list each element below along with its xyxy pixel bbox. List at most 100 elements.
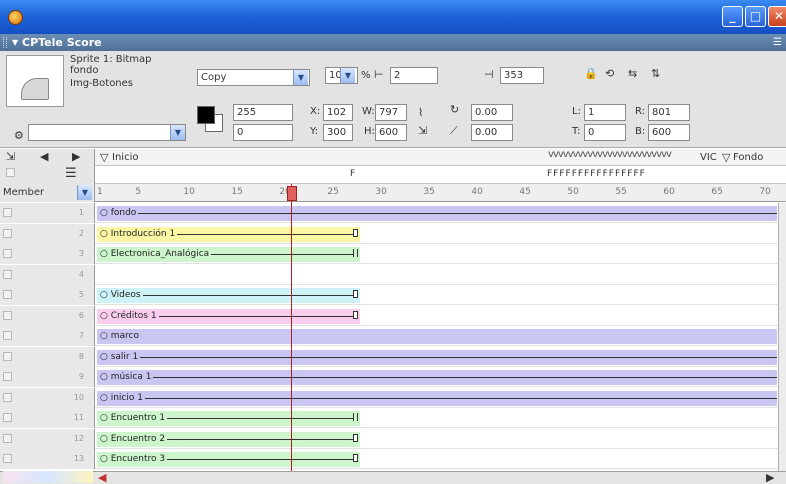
marker-inicio[interactable]: Inicio xyxy=(112,152,138,163)
sprite-channel-row[interactable]: 10 ○ inicio 1 xyxy=(0,387,780,408)
sprite-channel-row[interactable]: 1 ○ fondo xyxy=(0,203,780,223)
sprite-end-frame-icon[interactable] xyxy=(353,433,358,442)
foreground-color-field[interactable]: 255 xyxy=(233,104,293,121)
channel-toggle-box[interactable] xyxy=(3,454,12,463)
channel-number[interactable]: 3 xyxy=(0,244,95,264)
sprite-end-frame-icon[interactable] xyxy=(353,249,358,257)
sprite-span[interactable]: ○ Introducción 1 xyxy=(97,226,360,242)
chevron-down-icon[interactable]: ▼ xyxy=(170,125,185,140)
rotation-field[interactable]: 0.00 xyxy=(471,104,513,121)
sprite-span[interactable]: ○ Encuentro 1 xyxy=(97,411,360,426)
marker-cluster-icon[interactable]: vvvvvvvvvvvvvvvvvvvvvvvvv xyxy=(548,149,672,160)
channel-toggle-box[interactable] xyxy=(3,372,12,381)
r-field[interactable]: 801 xyxy=(648,104,690,121)
sprite-channel-row[interactable]: 4 xyxy=(0,264,780,285)
trails-icon[interactable]: ⌇ xyxy=(418,106,423,119)
previous-marker-icon[interactable]: ◀ xyxy=(40,150,48,163)
maximize-button[interactable]: □ xyxy=(745,6,766,27)
background-color-field[interactable]: 0 xyxy=(233,124,293,141)
b-field[interactable]: 600 xyxy=(648,124,690,141)
sprite-span[interactable]: ○ marco xyxy=(97,329,777,344)
sprite-span[interactable]: ○ música 1 xyxy=(97,370,777,385)
sprite-end-frame-icon[interactable] xyxy=(353,228,358,237)
channel-toggle-box[interactable] xyxy=(6,168,15,177)
vertical-scrollbar[interactable] xyxy=(778,203,786,471)
scroll-left-icon[interactable]: ◀ xyxy=(98,471,106,484)
t-field[interactable]: 0 xyxy=(584,124,626,141)
h-field[interactable]: 600 xyxy=(375,124,407,141)
sprite-channel-row[interactable]: 3 ○ Electronica_Analógica xyxy=(0,244,780,264)
sprite-channel-row[interactable]: 7 ○ marco xyxy=(0,326,780,346)
member-select[interactable]: Member ▼ xyxy=(0,184,95,202)
channel-toggle-box[interactable] xyxy=(3,228,12,238)
sprite-span[interactable]: ○ fondo xyxy=(97,206,777,221)
blend-chevron-down-icon[interactable]: ▼ xyxy=(340,68,355,83)
channel-toggle-box[interactable] xyxy=(3,269,12,279)
l-field[interactable]: 1 xyxy=(584,104,626,121)
sprite-channel-row[interactable]: 11 ○ Encuentro 1 xyxy=(0,408,780,428)
channel-number[interactable]: 13 xyxy=(0,449,95,469)
channel-toggle-box[interactable] xyxy=(3,310,12,320)
effect-frame-series[interactable]: FFFFFFFFFFFFFFFF xyxy=(547,169,646,179)
start-frame-field[interactable]: 2 xyxy=(390,67,438,84)
sprite-span[interactable]: ○ Créditos 1 xyxy=(97,308,360,324)
y-field[interactable]: 300 xyxy=(323,124,353,141)
channel-number[interactable]: 5 xyxy=(0,285,95,305)
channel-number[interactable]: 2 xyxy=(0,223,95,244)
behavior-select[interactable]: ▼ xyxy=(28,124,186,141)
marker-fondo[interactable]: Fondo xyxy=(733,152,763,163)
channel-number[interactable]: 10 xyxy=(0,387,95,408)
channel-number[interactable]: 1 xyxy=(0,203,95,223)
channel-number[interactable]: 7 xyxy=(0,326,95,346)
sprite-channel-row[interactable]: 8 ○ salir 1 xyxy=(0,346,780,367)
channel-toggle-box[interactable] xyxy=(3,392,12,402)
w-field[interactable]: 797 xyxy=(375,104,407,121)
score-panel-header[interactable]: ▼ CPTele Score ☰ xyxy=(0,34,786,51)
x-field[interactable]: 102 xyxy=(323,104,353,121)
director-app-icon[interactable] xyxy=(8,10,23,25)
marker-vic[interactable]: VIC xyxy=(700,152,717,163)
channel-options-icon[interactable]: ☰ xyxy=(65,166,77,181)
sprite-channel-row[interactable]: 6 ○ Créditos 1 xyxy=(0,305,780,326)
effect-frame-mark[interactable]: F xyxy=(350,169,355,179)
channel-number[interactable]: 11 xyxy=(0,408,95,428)
next-marker-icon[interactable]: ▶ xyxy=(72,150,80,163)
playback-head-handle[interactable] xyxy=(287,186,297,201)
sprite-channel-row[interactable]: 12 ○ Encuentro 2 xyxy=(0,428,780,449)
effects-channel[interactable]: ☰ F FFFFFFFFFFFFFFFF xyxy=(0,166,786,184)
ink-chevron-down-icon[interactable]: ▼ xyxy=(293,70,308,85)
channel-number[interactable]: 12 xyxy=(0,428,95,449)
collapse-triangle-icon[interactable]: ▼ xyxy=(12,34,18,51)
channel-toggle-box[interactable] xyxy=(3,351,12,361)
sprite-channel-row[interactable]: 2 ○ Introducción 1 xyxy=(0,223,780,244)
behavior-icon[interactable]: ⚙ xyxy=(14,129,24,142)
moveable-icon[interactable]: ⇲ xyxy=(418,124,427,137)
sprite-span[interactable]: ○ Encuentro 3 xyxy=(97,452,360,467)
sprite-channel-row[interactable]: 9 ○ música 1 xyxy=(0,367,780,387)
panel-grip-icon[interactable] xyxy=(3,37,7,48)
marker-menu-icon[interactable]: ⇲ xyxy=(6,150,15,163)
channel-toggle-box[interactable] xyxy=(3,290,12,299)
channel-toggle-box[interactable] xyxy=(3,413,12,422)
sprite-span[interactable]: ○ Encuentro 2 xyxy=(97,431,360,447)
marker-fondo-flag-icon[interactable]: ▽ xyxy=(722,151,730,164)
channel-toggle-box[interactable] xyxy=(3,208,12,217)
flip-horizontal-icon[interactable]: ⇆ xyxy=(628,67,637,80)
foreground-color-swatch[interactable] xyxy=(197,106,215,124)
marker-flag-icon[interactable]: ▽ xyxy=(100,151,108,164)
editable-icon[interactable]: ⟲ xyxy=(605,67,614,80)
channel-number[interactable]: 9 xyxy=(0,367,95,387)
channel-color-strip[interactable] xyxy=(3,471,93,483)
channel-toggle-box[interactable] xyxy=(3,331,12,340)
scroll-right-icon[interactable]: ▶ xyxy=(766,471,774,484)
frame-ruler[interactable]: Member ▼ 1 5 10 15 20 25 30 35 40 45 50 55 60 65 70 xyxy=(0,184,786,202)
sprite-span[interactable]: ○ Electronica_Analógica xyxy=(97,247,360,262)
sprite-span[interactable]: ○ salir 1 xyxy=(97,349,777,365)
sprite-end-frame-icon[interactable] xyxy=(353,290,358,298)
sprite-channels[interactable]: 1 ○ fondo 2 ○ Introducción 1 3 ○ Electronica_… xyxy=(0,203,786,471)
sprite-channel-row[interactable]: 13 ○ Encuentro 3 xyxy=(0,449,780,469)
channel-toggle-box[interactable] xyxy=(3,249,12,258)
flip-vertical-icon[interactable]: ⇅ xyxy=(651,67,660,80)
skew-field[interactable]: 0.00 xyxy=(471,124,513,141)
sprite-span[interactable]: ○ inicio 1 xyxy=(97,390,777,406)
